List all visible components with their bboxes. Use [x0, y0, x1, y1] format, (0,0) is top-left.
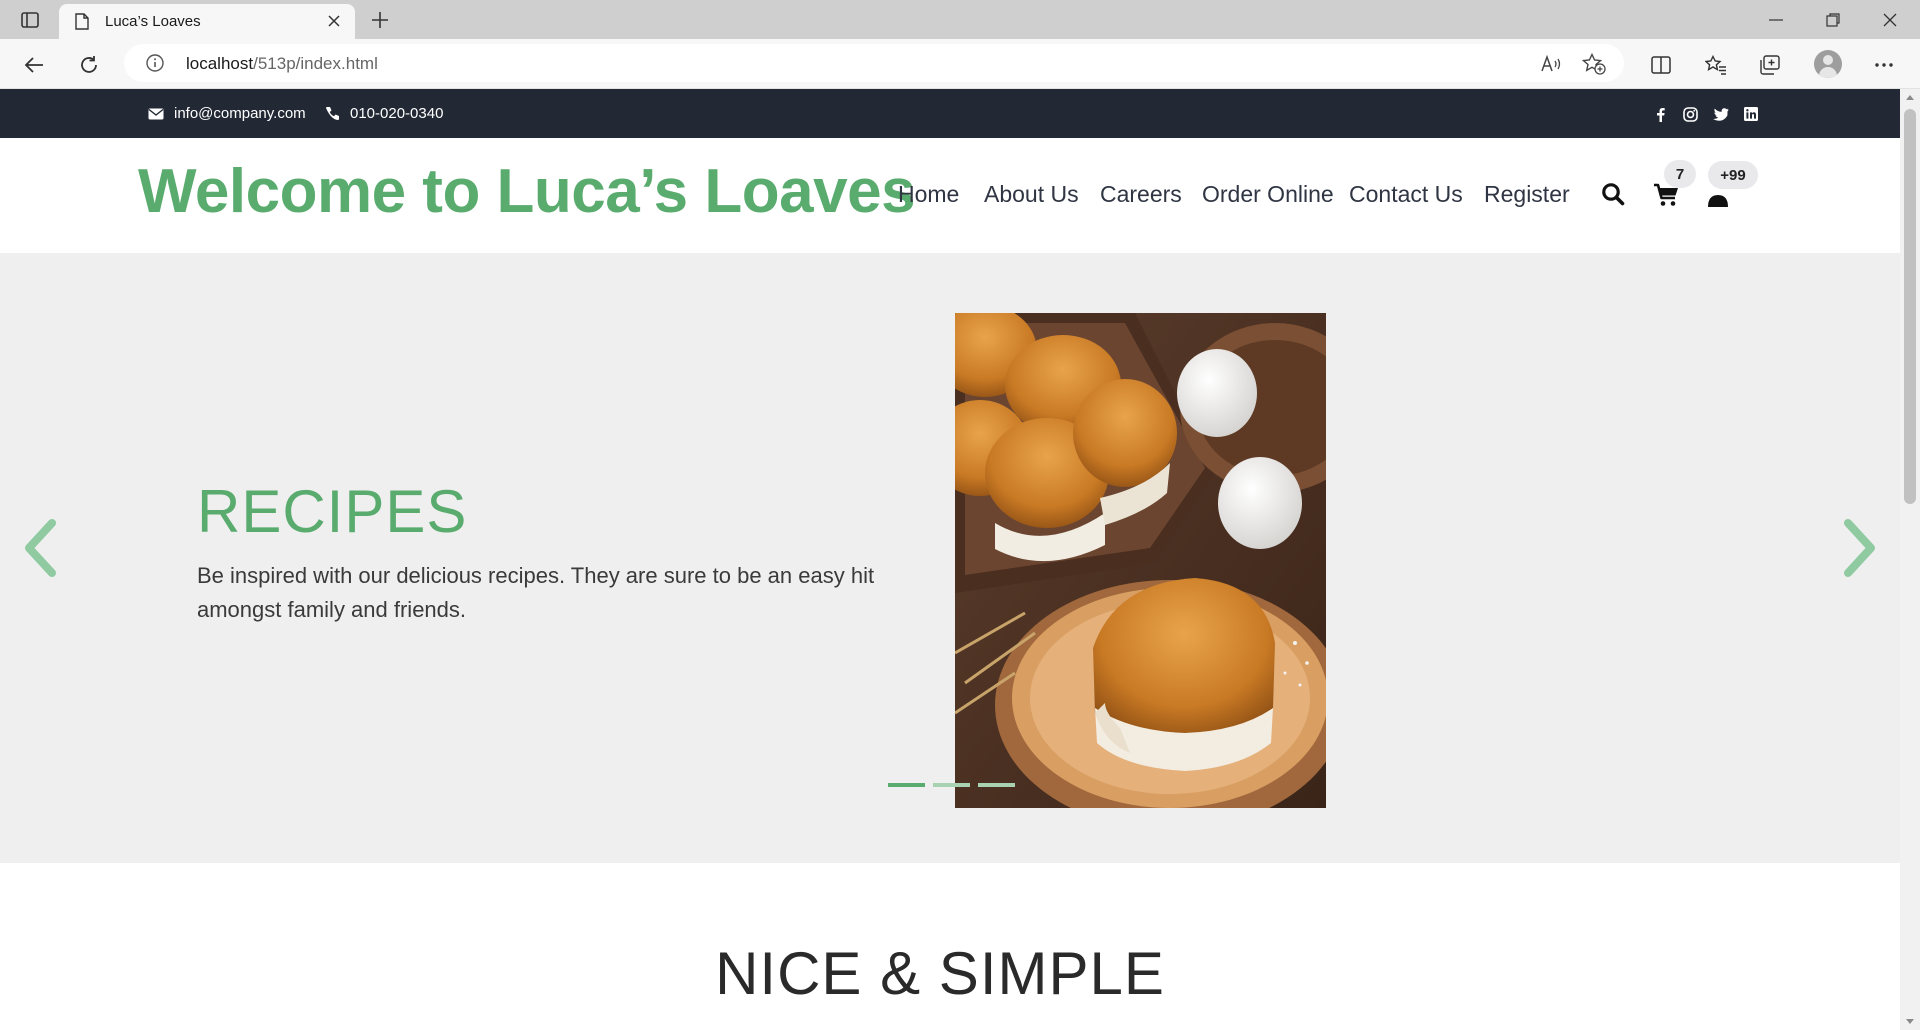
facebook-icon[interactable] — [1650, 104, 1670, 124]
email-text: info@company.com — [174, 105, 306, 122]
phone-link[interactable]: 010-020-0340 — [325, 89, 443, 138]
profile-avatar[interactable] — [1814, 50, 1842, 78]
linkedin-icon[interactable] — [1741, 104, 1761, 124]
phone-text: 010-020-0340 — [350, 105, 444, 122]
carousel-indicator-3[interactable] — [978, 783, 1015, 787]
tab-strip: Luca’s Loaves — [0, 0, 1920, 39]
nav-about-us[interactable]: About Us — [984, 181, 1079, 208]
reload-icon[interactable] — [73, 49, 105, 81]
carousel-indicator-1[interactable] — [888, 783, 925, 787]
search-icon[interactable] — [1600, 181, 1626, 207]
url-field[interactable]: localhost/513p/index.html — [124, 44, 1624, 82]
hero-carousel: RECIPES Be inspired with our delicious r… — [0, 253, 1900, 863]
phone-icon — [326, 107, 339, 120]
envelope-icon — [148, 108, 164, 119]
browser-tab[interactable]: Luca’s Loaves — [59, 4, 355, 39]
user-icon[interactable] — [1707, 190, 1729, 208]
scroll-thumb[interactable] — [1904, 109, 1916, 504]
instagram-icon[interactable] — [1680, 104, 1700, 124]
nav-careers[interactable]: Careers — [1100, 181, 1182, 208]
address-bar-row: localhost/513p/index.html — [0, 39, 1920, 89]
minimize-icon[interactable] — [1756, 5, 1796, 35]
collections-icon[interactable] — [1754, 49, 1786, 81]
feature-section: NICE & SIMPLE — [0, 863, 1900, 1030]
user-count-badge: +99 — [1708, 161, 1758, 189]
bread-rolls-image — [955, 313, 1326, 808]
cart-count-badge: 7 — [1664, 160, 1696, 188]
close-window-icon[interactable] — [1870, 5, 1910, 35]
slide-description: Be inspired with our delicious recipes. … — [197, 563, 875, 622]
browser-window: Luca’s Loaves localhost/513p/index.html … — [0, 0, 1920, 1030]
restore-icon[interactable] — [1813, 5, 1853, 35]
page-viewport: info@company.com 010-020-0340 Welcome to… — [0, 89, 1900, 1030]
more-menu-icon[interactable] — [1868, 49, 1900, 81]
nav-contact-us[interactable]: Contact Us — [1349, 181, 1463, 208]
scroll-down-icon[interactable] — [1906, 1019, 1914, 1024]
close-tab-icon[interactable] — [323, 10, 345, 32]
favorites-icon[interactable] — [1700, 49, 1732, 81]
email-link[interactable]: info@company.com — [148, 89, 306, 138]
tab-title: Luca’s Loaves — [105, 13, 201, 30]
carousel-next-icon[interactable] — [1838, 513, 1882, 583]
new-tab-icon[interactable] — [366, 7, 394, 33]
add-favorite-icon[interactable] — [1582, 52, 1606, 76]
site-brand[interactable]: Welcome to Luca’s Loaves — [138, 156, 916, 227]
carousel-prev-icon[interactable] — [18, 513, 62, 583]
split-screen-icon[interactable] — [1645, 49, 1677, 81]
back-icon[interactable] — [18, 49, 50, 81]
nav-order-online[interactable]: Order Online — [1202, 181, 1334, 208]
scroll-up-icon[interactable] — [1906, 95, 1914, 100]
tab-actions-icon[interactable] — [12, 7, 48, 33]
url-text: localhost/513p/index.html — [186, 54, 378, 73]
read-aloud-icon[interactable] — [1540, 52, 1564, 76]
twitter-icon[interactable] — [1711, 104, 1731, 124]
site-header: Welcome to Luca’s Loaves Home About Us C… — [0, 138, 1900, 253]
nav-register[interactable]: Register — [1484, 181, 1570, 208]
site-info-icon[interactable] — [146, 54, 164, 77]
carousel-indicator-2[interactable] — [933, 783, 970, 787]
slide-title: RECIPES — [197, 478, 468, 545]
nav-home[interactable]: Home — [898, 181, 959, 208]
contact-bar: info@company.com 010-020-0340 — [0, 89, 1900, 138]
section-title: NICE & SIMPLE — [715, 940, 1165, 1007]
page-icon — [75, 13, 89, 35]
page-scrollbar[interactable] — [1900, 89, 1920, 1030]
